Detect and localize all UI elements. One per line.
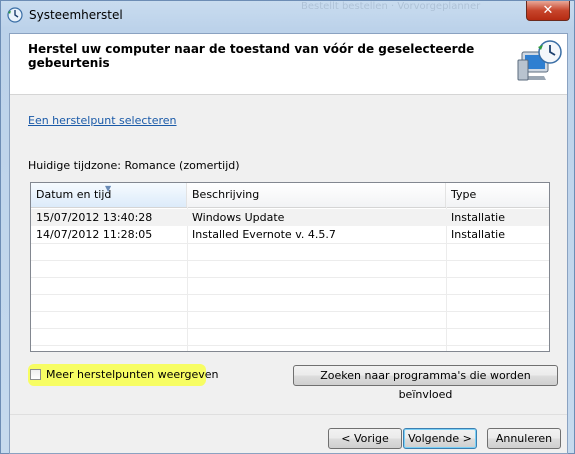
computer-restore-clock-icon — [516, 38, 564, 86]
grid-line — [31, 328, 549, 329]
system-restore-window: Systeemherstel Bestellt bestellen · Vorv… — [0, 0, 575, 454]
window-title: Systeemherstel — [29, 8, 123, 22]
dialog-client-area: Herstel uw computer naar de toestand van… — [9, 33, 568, 454]
footer-divider — [10, 414, 567, 415]
checkbox-label: Meer herstelpunten weergeven — [46, 368, 219, 381]
column-header-date[interactable]: ▼ Datum en tijd — [31, 183, 187, 207]
dialog-header: Herstel uw computer naar de toestand van… — [10, 34, 567, 95]
list-header: ▼ Datum en tijd Beschrijving Type — [31, 183, 549, 208]
table-row[interactable]: 15/07/2012 13:40:28 Windows Update Insta… — [31, 209, 549, 226]
sort-arrow-icon: ▼ — [105, 184, 112, 193]
table-row[interactable]: 14/07/2012 11:28:05 Installed Evernote v… — [31, 226, 549, 243]
row-date: 15/07/2012 13:40:28 — [36, 211, 153, 224]
page-heading: Herstel uw computer naar de toestand van… — [28, 42, 475, 70]
grid-line — [31, 277, 549, 278]
previous-button[interactable]: < Vorige — [328, 428, 402, 449]
next-button[interactable]: Volgende > — [403, 428, 477, 449]
select-restore-point-link[interactable]: Een herstelpunt selecteren — [28, 114, 177, 127]
grid-line — [31, 345, 549, 346]
grid-line — [31, 294, 549, 295]
grid-line — [31, 243, 549, 244]
column-header-type[interactable]: Type — [446, 183, 549, 207]
row-description: Installed Evernote v. 4.5.7 — [192, 228, 336, 241]
row-type: Installatie — [451, 211, 505, 224]
background-window-text: Bestellt bestellen · Vorvorgeplanner — [301, 1, 481, 12]
grid-line — [31, 311, 549, 312]
system-restore-icon — [7, 7, 23, 23]
column-header-type-label: Type — [451, 188, 477, 201]
grid-line — [31, 260, 549, 261]
title-bar[interactable]: Systeemherstel Bestellt bestellen · Vorv… — [1, 1, 575, 29]
timezone-label: Huidige tijdzone: Romance (zomertijd) — [28, 159, 240, 172]
checkbox-box[interactable] — [30, 369, 41, 380]
column-header-description[interactable]: Beschrijving — [187, 183, 446, 207]
restore-point-list[interactable]: ▼ Datum en tijd Beschrijving Type 15/07/… — [30, 182, 550, 352]
row-description: Windows Update — [192, 211, 285, 224]
column-header-description-label: Beschrijving — [192, 188, 260, 201]
row-type: Installatie — [451, 228, 505, 241]
close-button[interactable]: ✕ — [526, 1, 570, 21]
row-date: 14/07/2012 11:28:05 — [36, 228, 153, 241]
cancel-button[interactable]: Annuleren — [487, 428, 561, 449]
scan-affected-programs-button[interactable]: Zoeken naar programma's die worden beïnv… — [293, 365, 558, 401]
close-icon: ✕ — [542, 3, 554, 18]
column-header-date-label: Datum en tijd — [36, 188, 112, 201]
